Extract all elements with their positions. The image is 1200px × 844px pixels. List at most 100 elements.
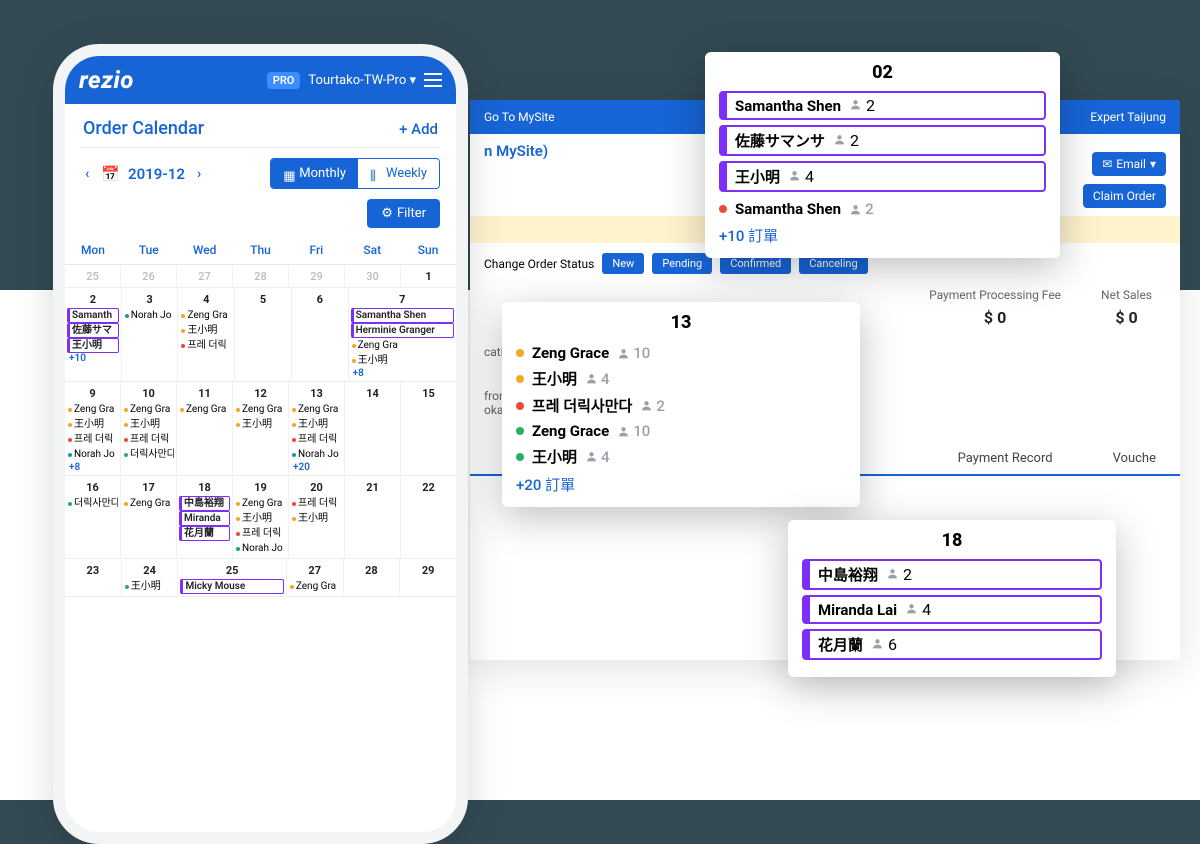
calendar-cell[interactable]: 3Norah Jo	[122, 288, 179, 381]
calendar-cell[interactable]: 12Zeng Gra王小明	[233, 382, 289, 475]
order-item[interactable]: 王小明 4	[719, 161, 1046, 192]
org-select[interactable]: Tourtako-TW-Pro ▾	[308, 73, 416, 88]
order-chip[interactable]: Micky Mouse	[180, 579, 283, 594]
order-chip[interactable]: Norah Jo	[67, 447, 118, 462]
prev-month-button[interactable]: ‹	[81, 164, 93, 184]
order-item[interactable]: Zeng Grace 10	[516, 341, 846, 365]
weekly-toggle[interactable]: ⫼Weekly	[358, 159, 439, 188]
order-item[interactable]: Zeng Grace 10	[516, 419, 846, 443]
order-chip[interactable]: 프레 더릭	[291, 496, 342, 511]
calendar-cell[interactable]: 27Zeng Gra	[287, 559, 344, 596]
monthly-toggle[interactable]: ▦Monthly	[271, 159, 358, 188]
order-item[interactable]: 王小明 4	[516, 365, 846, 392]
order-chip[interactable]: 프레 더릭	[235, 526, 286, 541]
order-chip[interactable]: 더릭사만다	[67, 496, 118, 511]
order-item[interactable]: 프레 더릭사만다 2	[516, 392, 846, 419]
order-chip[interactable]: Zeng Gra	[180, 308, 232, 323]
order-item[interactable]: 王小明 4	[516, 443, 846, 470]
calendar-cell[interactable]: 25	[65, 265, 121, 287]
order-chip[interactable]: 王小明	[123, 417, 174, 432]
calendar-cell[interactable]: 24王小明	[122, 559, 179, 596]
order-chip[interactable]: Zeng Gra	[67, 402, 118, 417]
more-link[interactable]: +8	[67, 462, 118, 473]
order-item[interactable]: 佐藤サマンサ 2	[719, 125, 1046, 156]
order-chip[interactable]: 王小明	[291, 511, 342, 526]
go-to-mysite-link[interactable]: Go To MySite	[484, 110, 555, 124]
calendar-cell[interactable]: 26	[121, 265, 177, 287]
order-chip[interactable]: Zeng Gra	[123, 402, 174, 417]
tab-voucher[interactable]: Vouche	[1103, 443, 1166, 474]
calendar-cell[interactable]: 27	[177, 265, 233, 287]
order-item[interactable]: Samantha Shen 2	[719, 91, 1046, 120]
order-chip[interactable]: Samantha Shen	[351, 308, 454, 323]
calendar-cell[interactable]: 19Zeng Gra王小明프레 더릭Norah Jo	[233, 476, 289, 558]
order-chip[interactable]: 王小明	[67, 417, 118, 432]
hamburger-icon[interactable]	[424, 73, 442, 87]
calendar-cell[interactable]: 22	[401, 476, 456, 558]
more-link[interactable]: +20	[291, 462, 342, 473]
calendar-cell[interactable]: 30	[345, 265, 401, 287]
calendar-cell[interactable]: 13Zeng Gra王小明프레 더릭Norah Jo+20	[289, 382, 345, 475]
period-label[interactable]: 2019-12	[128, 165, 185, 183]
calendar-cell[interactable]: 5	[235, 288, 292, 381]
order-chip[interactable]: 王小明	[124, 579, 176, 594]
order-chip[interactable]: 王小明	[67, 338, 119, 353]
calendar-icon[interactable]: 📅	[101, 165, 120, 183]
order-item[interactable]: 花月蘭 6	[802, 629, 1102, 660]
calendar-cell[interactable]: 29	[289, 265, 345, 287]
calendar-cell[interactable]: 14	[345, 382, 401, 475]
order-chip[interactable]: 王小明	[291, 417, 342, 432]
order-chip[interactable]: Norah Jo	[124, 308, 176, 323]
tab-payment-record[interactable]: Payment Record	[948, 443, 1063, 474]
calendar-cell[interactable]: 15	[401, 382, 456, 475]
order-chip[interactable]: Zeng Gra	[351, 338, 454, 353]
order-chip[interactable]: 王小明	[351, 353, 454, 368]
next-month-button[interactable]: ›	[193, 164, 205, 184]
calendar-cell[interactable]: 2Samanth佐藤サマ王小明+10	[65, 288, 122, 381]
order-chip[interactable]: Norah Jo	[235, 541, 286, 556]
order-chip[interactable]: Miranda	[179, 511, 230, 526]
order-chip[interactable]: Samanth	[67, 308, 119, 323]
order-chip[interactable]: 프레 더릭	[291, 432, 342, 447]
calendar-cell[interactable]: 11Zeng Gra	[177, 382, 233, 475]
calendar-cell[interactable]: 20프레 더릭王小明	[289, 476, 345, 558]
calendar-cell[interactable]: 18中島裕翔Miranda花月蘭	[177, 476, 233, 558]
claim-order-button[interactable]: Claim Order	[1083, 184, 1166, 208]
order-chip[interactable]: 더릭사만다	[123, 447, 174, 462]
filter-button[interactable]: ⚙Filter	[367, 199, 440, 228]
calendar-cell[interactable]: 9Zeng Gra王小明프레 더릭Norah Jo+8	[65, 382, 121, 475]
status-new-button[interactable]: New	[602, 253, 644, 274]
calendar-cell[interactable]: 28	[233, 265, 289, 287]
order-chip[interactable]: 프레 더릭	[180, 338, 232, 353]
order-item[interactable]: Miranda Lai 4	[802, 595, 1102, 624]
order-chip[interactable]: Zeng Gra	[235, 496, 286, 511]
order-chip[interactable]: Zeng Gra	[123, 496, 174, 511]
order-chip[interactable]: 中島裕翔	[179, 496, 230, 511]
calendar-cell[interactable]: 16더릭사만다	[65, 476, 121, 558]
calendar-cell[interactable]: 4Zeng Gra王小明프레 더릭	[178, 288, 235, 381]
calendar-cell[interactable]: 6	[292, 288, 349, 381]
order-chip[interactable]: 王小明	[180, 323, 232, 338]
more-orders-link[interactable]: +20 訂單	[516, 474, 846, 495]
order-chip[interactable]: Norah Jo	[291, 447, 342, 462]
order-chip[interactable]: Zeng Gra	[289, 579, 341, 594]
order-item[interactable]: 中島裕翔 2	[802, 559, 1102, 590]
calendar-cell[interactable]: 28	[344, 559, 401, 596]
order-chip[interactable]: 王小明	[235, 417, 286, 432]
calendar-cell[interactable]: 7Samantha ShenHerminie GrangerZeng Gra王小…	[349, 288, 456, 381]
order-chip[interactable]: Zeng Gra	[235, 402, 286, 417]
status-pending-button[interactable]: Pending	[652, 253, 712, 274]
calendar-cell[interactable]: 1	[401, 265, 456, 287]
calendar-cell[interactable]: 21	[345, 476, 401, 558]
email-button[interactable]: ✉ Email ▾	[1092, 152, 1166, 176]
order-chip[interactable]: 王小明	[235, 511, 286, 526]
calendar-cell[interactable]: 17Zeng Gra	[121, 476, 177, 558]
order-chip[interactable]: 花月蘭	[179, 526, 230, 541]
more-link[interactable]: +8	[351, 368, 454, 379]
order-chip[interactable]: 佐藤サマ	[67, 323, 119, 338]
order-chip[interactable]: 프레 더릭	[123, 432, 174, 447]
add-button[interactable]: + Add	[399, 120, 438, 138]
order-chip[interactable]: 프레 더릭	[67, 432, 118, 447]
calendar-cell[interactable]: 25Micky Mouse	[178, 559, 286, 596]
calendar-cell[interactable]: 29	[400, 559, 456, 596]
